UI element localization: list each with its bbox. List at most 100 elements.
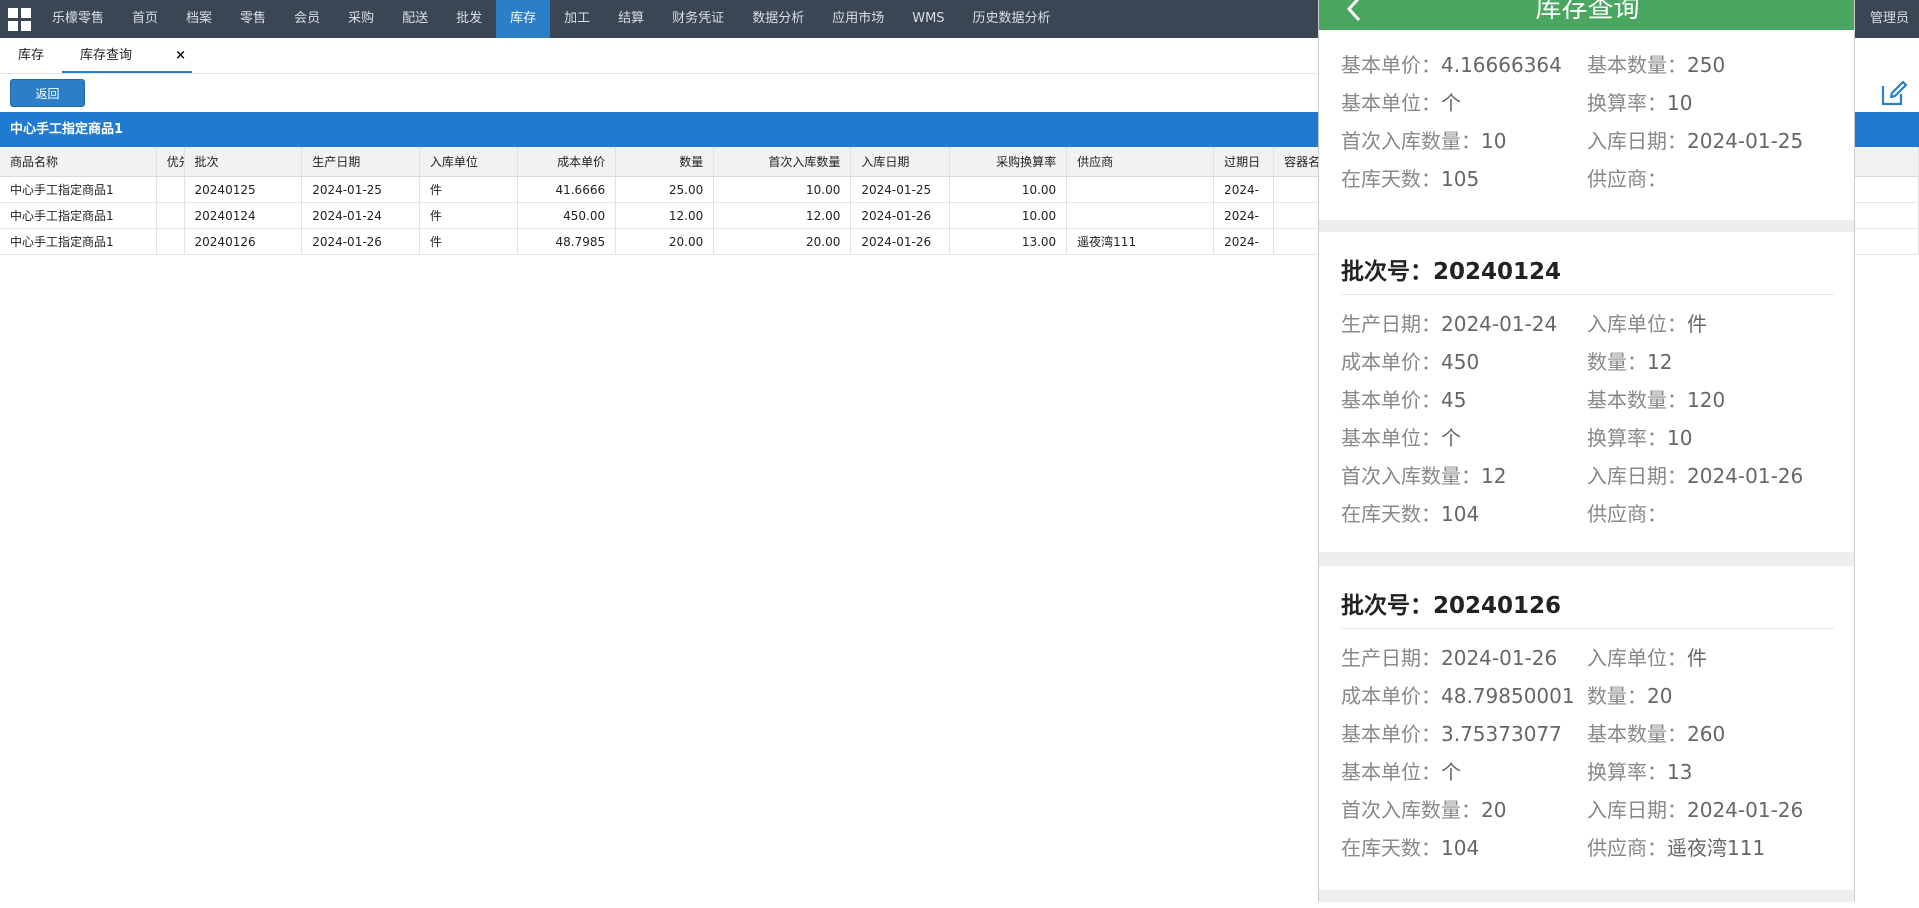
detail-field: 换算率：10 (1587, 84, 1833, 122)
back-button[interactable]: 返回 (10, 79, 85, 107)
detail-field: 供应商： (1587, 495, 1833, 533)
field-label: 基本单价： (1341, 53, 1441, 77)
field-label: 成本单价： (1341, 684, 1441, 708)
nav-item[interactable]: 配送 (388, 0, 442, 38)
field-value: 12 (1481, 464, 1507, 488)
app-grid-icon[interactable] (0, 0, 38, 38)
table-cell: 12.00 (616, 203, 715, 228)
detail-field: 基本单价：4.16666364 (1341, 46, 1587, 84)
field-label: 供应商： (1587, 502, 1667, 526)
field-label: 基本单位： (1341, 426, 1441, 450)
nav-item[interactable]: 采购 (334, 0, 388, 38)
field-label: 基本单价： (1341, 388, 1441, 412)
field-label: 供应商： (1587, 836, 1667, 860)
table-cell: 中心手工指定商品1 (0, 203, 157, 228)
detail-field: 生产日期：2024-01-24 (1341, 305, 1587, 343)
nav-item[interactable]: 档案 (172, 0, 226, 38)
field-label: 首次入库数量： (1341, 129, 1481, 153)
close-icon[interactable]: × (175, 39, 186, 73)
field-label: 在库天数： (1341, 502, 1441, 526)
nav-item[interactable]: 首页 (118, 0, 172, 38)
detail-field: 首次入库数量：12 (1341, 457, 1587, 495)
column-header[interactable]: 批次 (185, 147, 303, 176)
field-label: 在库天数： (1341, 167, 1441, 191)
table-cell (157, 203, 185, 228)
nav-item[interactable]: 结算 (604, 0, 658, 38)
table-cell: 20240126 (185, 229, 303, 254)
nav-item[interactable]: 应用市场 (818, 0, 898, 38)
table-cell: 2024-01-24 (302, 203, 420, 228)
column-header[interactable]: 入库日期 (851, 147, 950, 176)
detail-field: 基本单价：3.75373077 (1341, 715, 1587, 753)
detail-field: 在库天数：104 (1341, 829, 1587, 867)
detail-field: 基本数量：250 (1587, 46, 1833, 84)
detail-field: 成本单价：48.79850001 (1341, 677, 1587, 715)
detail-field: 基本数量：260 (1587, 715, 1833, 753)
column-header[interactable]: 数量 (616, 147, 715, 176)
batch-title: 批次号：20240126 (1319, 566, 1854, 628)
column-header[interactable]: 生产日期 (302, 147, 420, 176)
batch-number: 20240124 (1433, 259, 1562, 285)
table-cell: 20.00 (714, 229, 852, 254)
field-label: 基本单价： (1341, 722, 1441, 746)
field-value: 250 (1687, 53, 1726, 77)
column-header[interactable]: 过期日 (1214, 147, 1275, 176)
table-cell: 件 (420, 177, 518, 202)
field-value: 个 (1441, 426, 1461, 450)
table-cell: 10.00 (714, 177, 852, 202)
field-label: 入库日期： (1587, 464, 1687, 488)
nav-item[interactable]: WMS (898, 0, 958, 38)
column-header[interactable]: 入库单位 (420, 147, 518, 176)
field-value: 20 (1647, 684, 1673, 708)
nav-item[interactable]: 历史数据分析 (959, 0, 1065, 38)
table-cell: 2024- (1214, 203, 1275, 228)
nav-item[interactable]: 加工 (550, 0, 604, 38)
table-cell: 20240125 (185, 177, 303, 202)
table-cell: 2024- (1214, 177, 1275, 202)
column-header[interactable]: 首次入库数量 (714, 147, 852, 176)
nav-item[interactable]: 库存 (496, 0, 551, 38)
batch-card: 批次号：20240126 生产日期：2024-01-26 入库单位：件 成本单价：4… (1319, 566, 1854, 890)
field-label: 数量： (1587, 350, 1647, 374)
column-header[interactable]: 商品名称 (0, 147, 157, 176)
detail-field: 入库单位：件 (1587, 305, 1833, 343)
edit-icon[interactable] (1879, 78, 1909, 108)
field-value: 件 (1687, 646, 1707, 670)
field-label: 基本单位： (1341, 760, 1441, 784)
nav-item[interactable]: 数据分析 (738, 0, 818, 38)
column-header[interactable]: 采购换算率 (950, 147, 1068, 176)
toolbar: 返回 (10, 79, 85, 107)
tab-inventory-query[interactable]: 库存查询 × (62, 39, 193, 73)
column-header[interactable]: 供应商 (1067, 147, 1215, 176)
tab-inventory[interactable]: 库存 (0, 39, 62, 73)
field-value: 45 (1441, 388, 1467, 412)
tab-label: 库存查询 (80, 48, 133, 63)
field-value: 450 (1441, 350, 1480, 374)
detail-field: 首次入库数量：20 (1341, 791, 1587, 829)
field-value: 2024-01-26 (1687, 798, 1804, 822)
field-label: 入库日期： (1587, 129, 1687, 153)
table-cell: 450.00 (518, 203, 617, 228)
column-header[interactable]: 优先 (157, 147, 185, 176)
nav-item[interactable]: 会员 (280, 0, 334, 38)
table-cell: 件 (420, 229, 518, 254)
nav-item[interactable]: 批发 (442, 0, 496, 38)
nav-item[interactable]: 乐檬零售 (38, 0, 118, 38)
field-value: 12 (1647, 350, 1673, 374)
user-name[interactable]: 管理员 (1870, 0, 1919, 38)
field-label: 入库单位： (1587, 646, 1687, 670)
table-cell: 25.00 (616, 177, 715, 202)
column-header[interactable]: 成本单价 (518, 147, 617, 176)
field-label: 数量： (1587, 684, 1647, 708)
field-label: 成本单价： (1341, 350, 1441, 374)
field-value: 120 (1687, 388, 1726, 412)
table-cell: 2024-01-25 (302, 177, 420, 202)
nav-item[interactable]: 财务凭证 (658, 0, 738, 38)
nav-item[interactable]: 零售 (226, 0, 280, 38)
field-value: 13 (1667, 760, 1693, 784)
detail-field: 数量：12 (1587, 343, 1833, 381)
table-cell: 41.6666 (518, 177, 617, 202)
field-value: 2024-01-26 (1441, 646, 1558, 670)
batch-label: 批次号： (1341, 259, 1433, 285)
detail-field: 供应商：遥夜湾111 (1587, 829, 1833, 867)
